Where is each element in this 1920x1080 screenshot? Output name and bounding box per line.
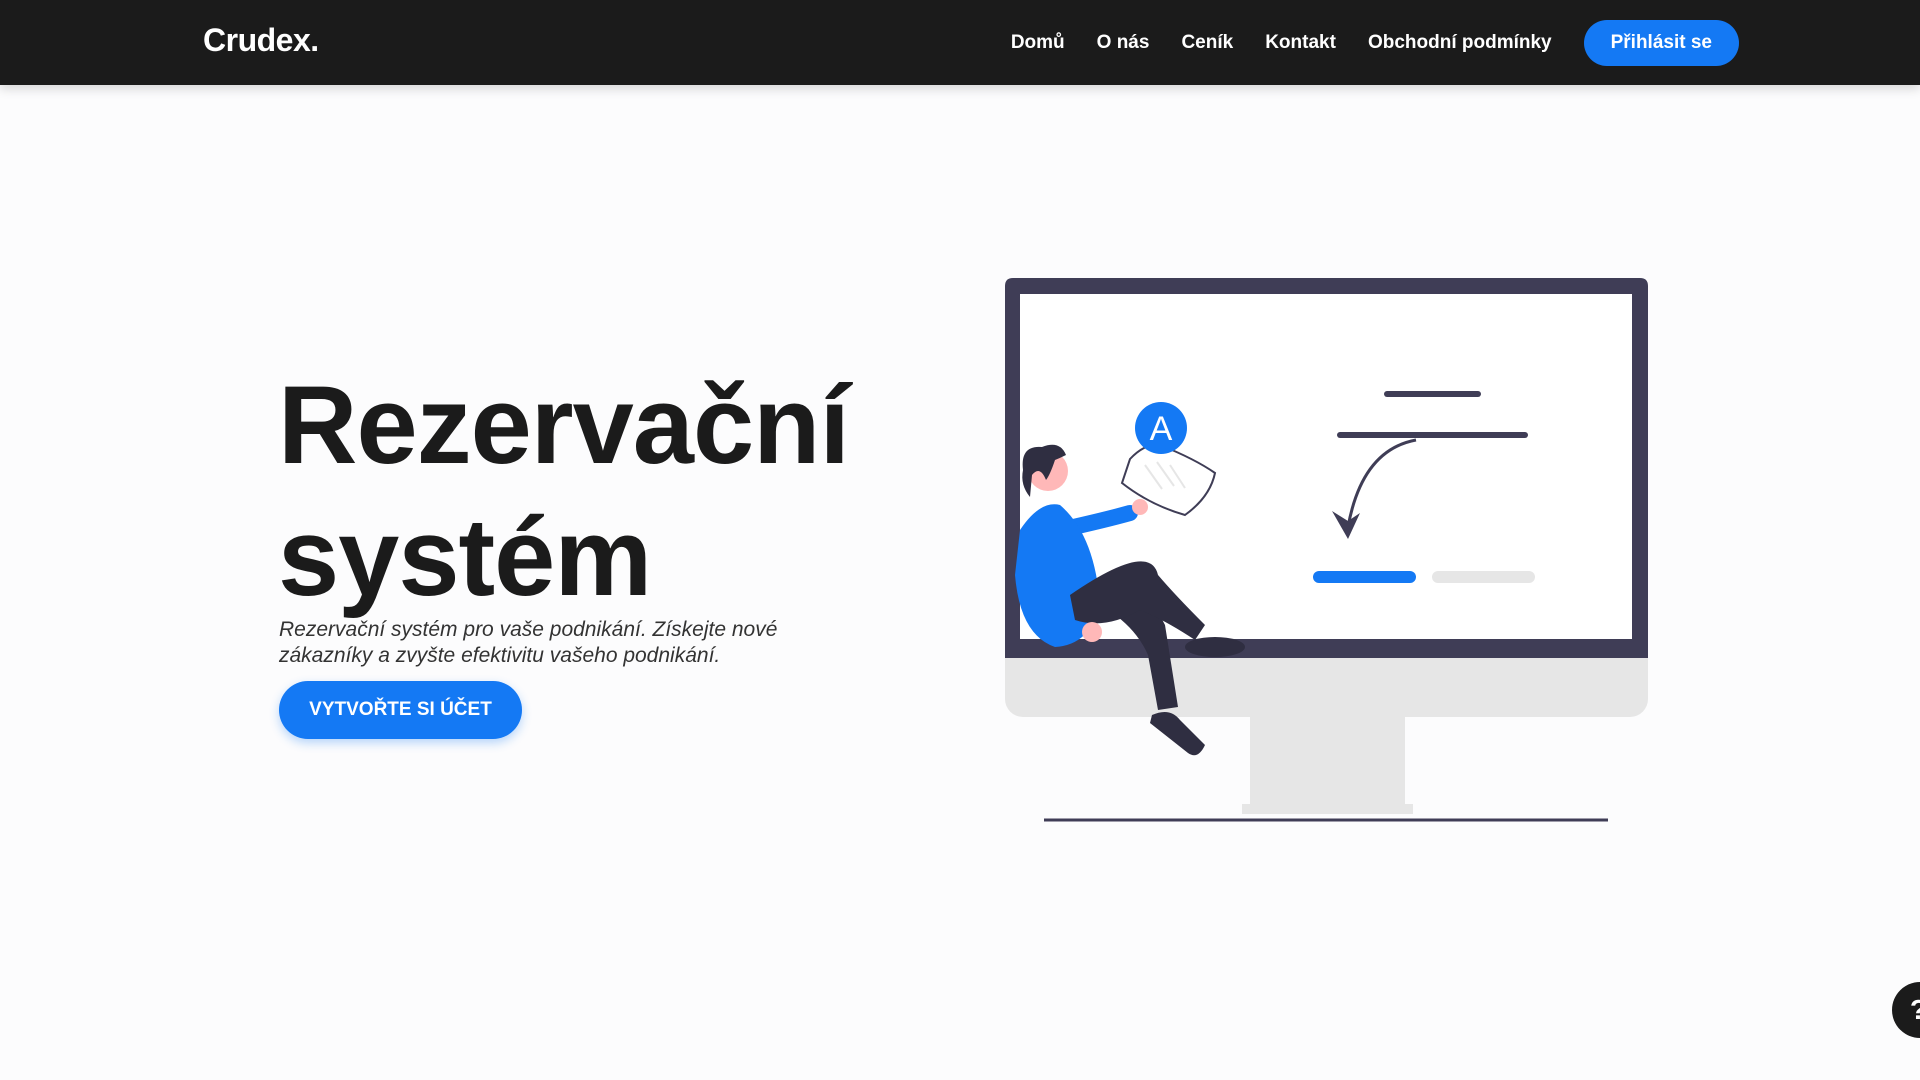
monitor-stand: [1250, 715, 1405, 808]
person-shoe-back: [1150, 711, 1205, 756]
avatar-letter: A: [1150, 410, 1173, 448]
progress-bar-gray: [1432, 571, 1535, 583]
help-button[interactable]: ?: [1892, 982, 1920, 1038]
monitor-base: [1242, 804, 1413, 814]
person-knee: [1082, 622, 1102, 642]
navbar: Crudex. Domů O nás Ceník Kontakt Obchodn…: [0, 0, 1920, 85]
hero-title-line2: systém: [278, 496, 652, 619]
person-shoe-front: [1185, 637, 1245, 657]
logo[interactable]: Crudex.: [203, 22, 319, 59]
hero-description: Rezervační systém pro vaše podnikání. Zí…: [279, 618, 778, 667]
person-hand: [1132, 499, 1148, 515]
login-button[interactable]: Přihlásit se: [1583, 20, 1739, 66]
progress-bar-blue: [1313, 571, 1416, 583]
nav-link-about[interactable]: O nás: [1097, 32, 1150, 54]
nav-links: Domů O nás Ceník Kontakt Obchodní podmín…: [1011, 20, 1739, 66]
nav-link-pricing[interactable]: Ceník: [1181, 32, 1233, 54]
hero-title-line1: Rezervační: [278, 364, 850, 487]
create-account-button[interactable]: VYTVOŘTE SI ÚČET: [279, 681, 522, 739]
nav-link-home[interactable]: Domů: [1011, 32, 1065, 54]
nav-link-terms[interactable]: Obchodní podmínky: [1368, 32, 1552, 54]
nav-link-contact[interactable]: Kontakt: [1265, 32, 1336, 54]
hero-illustration: A: [1005, 278, 1648, 822]
hero-title: Rezervační systém: [278, 360, 898, 624]
